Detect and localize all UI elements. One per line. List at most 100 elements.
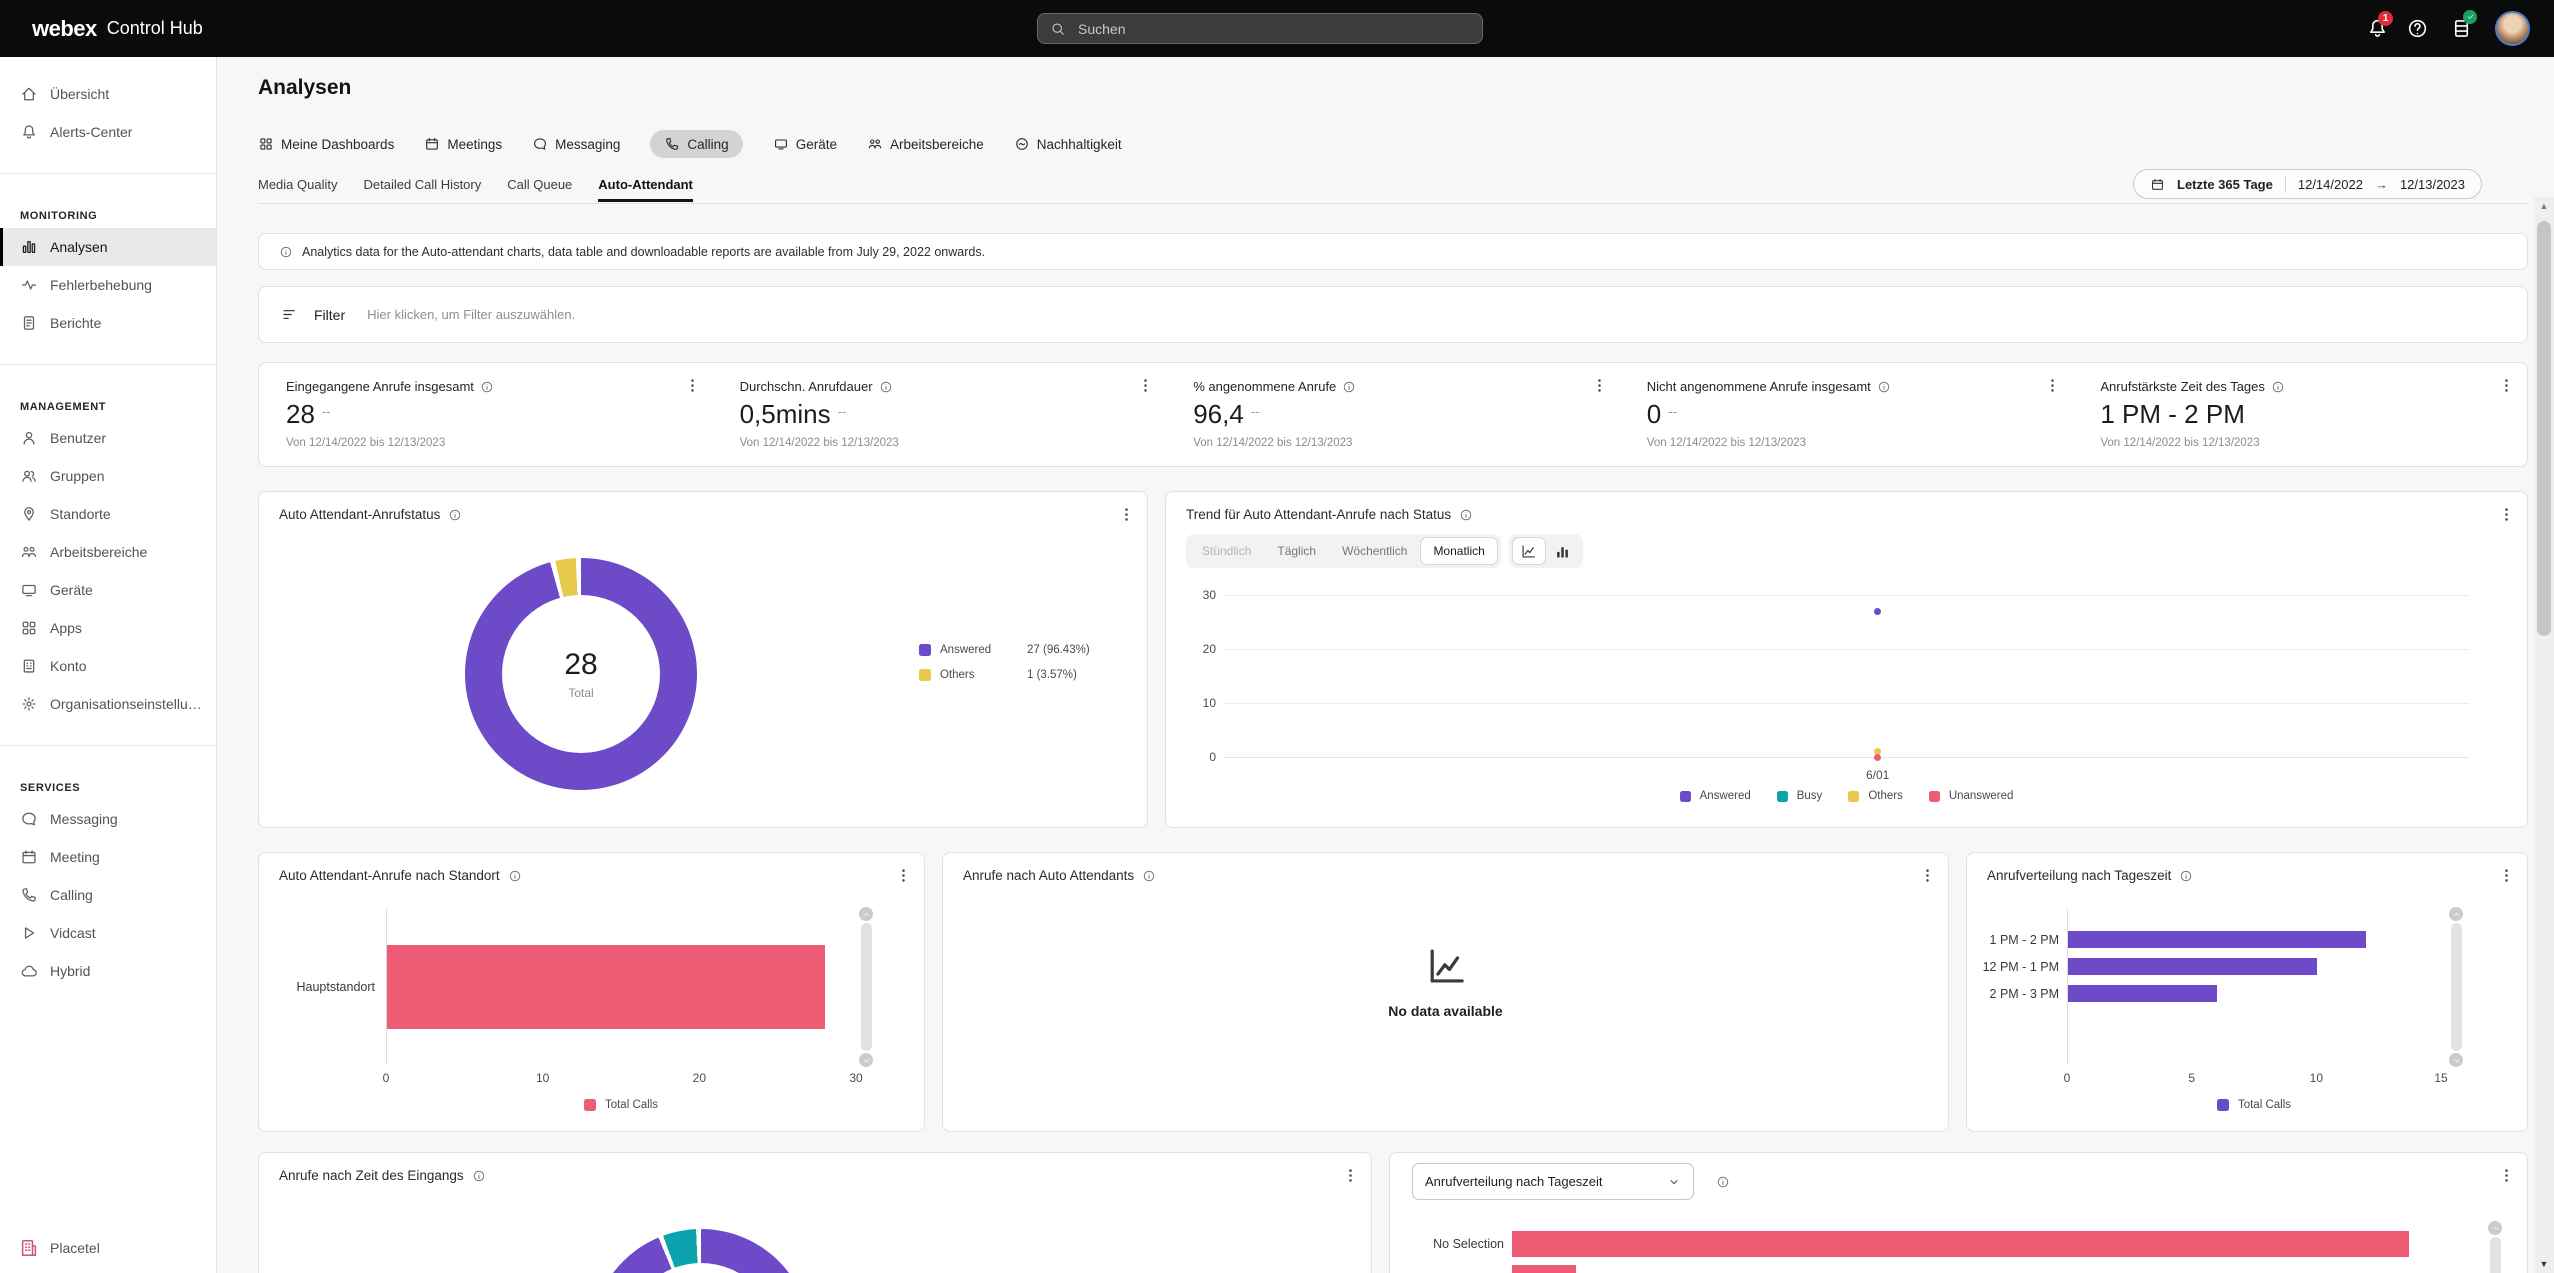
kpi-title: Durchschn. Anrufdauer [740, 379, 873, 394]
x-tick-label: 20 [693, 1071, 706, 1085]
date-range-picker[interactable]: Letzte 365 Tage 12/14/2022 → 12/13/2023 [2133, 169, 2482, 199]
tab-meetings[interactable]: Meetings [424, 130, 502, 158]
category-label: 12 PM - 1 PM [1971, 960, 2059, 974]
legend-swatch [584, 1099, 596, 1111]
scroll-up-icon[interactable] [2488, 1221, 2502, 1235]
sidebar-item-konto[interactable]: Konto [0, 647, 216, 685]
chat-icon [20, 810, 38, 828]
legend-swatch [2217, 1099, 2229, 1111]
sidebar-item-berichte[interactable]: Berichte [0, 304, 216, 342]
tab-ger-te[interactable]: Geräte [773, 130, 837, 158]
info-icon[interactable] [879, 380, 893, 394]
info-icon[interactable] [1142, 869, 1156, 883]
kebab-menu-icon[interactable] [2044, 377, 2061, 394]
info-icon[interactable] [472, 1169, 486, 1183]
kpi-caption: Von 12/14/2022 bis 12/13/2023 [286, 437, 697, 449]
sidebar-item-calling[interactable]: Calling [0, 876, 216, 914]
category-label: No Selection [1402, 1237, 1504, 1251]
chart-scrollbar[interactable] [2449, 907, 2463, 1067]
sidebar-item-organisationseinstellun[interactable]: Organisationseinstellun... [0, 685, 216, 723]
info-icon[interactable] [1877, 380, 1891, 394]
sidebar-item-alerts-center[interactable]: Alerts-Center [0, 113, 216, 151]
sidebar: Übersicht Alerts-Center MONITORING Analy… [0, 57, 217, 1273]
scrollbar-down-arrow[interactable]: ▼ [2534, 1257, 2554, 1271]
release-notes-icon [2450, 27, 2473, 44]
sidebar-item-fehlerbehebung[interactable]: Fehlerbehebung [0, 266, 216, 304]
sidebar-item-gruppen[interactable]: Gruppen [0, 457, 216, 495]
scrollbar-thumb[interactable] [2537, 221, 2551, 636]
tab-meine-dashboards[interactable]: Meine Dashboards [258, 130, 394, 158]
sidebar-item-apps[interactable]: Apps [0, 609, 216, 647]
sidebar-item-hybrid[interactable]: Hybrid [0, 952, 216, 990]
global-search[interactable] [1037, 13, 1483, 44]
kebab-menu-icon[interactable] [1919, 867, 1936, 884]
device-icon [20, 581, 38, 599]
info-icon[interactable] [2271, 380, 2285, 394]
sidebar-item-messaging[interactable]: Messaging [0, 800, 216, 838]
info-icon[interactable] [480, 380, 494, 394]
tab-nachhaltigkeit[interactable]: Nachhaltigkeit [1014, 130, 1122, 158]
kebab-menu-icon[interactable] [1591, 377, 1608, 394]
sidebar-item-meeting[interactable]: Meeting [0, 838, 216, 876]
card-distribution: Anrufverteilung nach Tageszeit No Select… [1389, 1152, 2528, 1273]
account-icon [20, 657, 38, 675]
x-tick-label: 0 [2064, 1071, 2071, 1085]
avatar[interactable] [2495, 11, 2530, 46]
search-input[interactable] [1076, 20, 1470, 38]
chart-scrollbar[interactable] [2488, 1221, 2502, 1273]
divider [258, 203, 2528, 204]
chat-icon [532, 136, 548, 152]
divider [0, 364, 216, 365]
check-icon [2466, 8, 2475, 26]
kpi-card: Eingegangene Anrufe insgesamt 28-- Von 1… [259, 363, 713, 466]
filter-bar[interactable]: Filter Hier klicken, um Filter auszuwähl… [258, 286, 2528, 343]
sidebar-item-standorte[interactable]: Standorte [0, 495, 216, 533]
legend-swatch [1929, 791, 1940, 802]
sidebar-item-bersicht[interactable]: Übersicht [0, 75, 216, 113]
scrollbar-up-arrow[interactable]: ▲ [2534, 199, 2554, 213]
info-icon[interactable] [448, 508, 462, 522]
kebab-menu-icon[interactable] [1137, 377, 1154, 394]
tab-messaging[interactable]: Messaging [532, 130, 620, 158]
donut-total-value: 28 [564, 648, 597, 682]
scroll-down-icon[interactable] [2449, 1053, 2463, 1067]
notifications-button[interactable]: 1 [2366, 17, 2389, 40]
kebab-menu-icon[interactable] [2498, 377, 2515, 394]
y-tick-label: 30 [1182, 588, 1216, 602]
sidebar-item-analysen[interactable]: Analysen [0, 228, 216, 266]
x-tick-label: 6/01 [1866, 768, 1889, 782]
y-tick-label: 10 [1182, 696, 1216, 710]
subtab-media-quality[interactable]: Media Quality [258, 177, 337, 202]
date-start: 12/14/2022 [2298, 177, 2363, 192]
workspace-icon [20, 543, 38, 561]
kebab-menu-icon[interactable] [1118, 506, 1135, 523]
kpi-card: Nicht angenommene Anrufe insgesamt 0-- V… [1620, 363, 2074, 466]
page-scrollbar: ▲ ▼ [2534, 197, 2554, 1273]
check-badge [2463, 10, 2477, 24]
divider [0, 745, 216, 746]
whats-new-button[interactable] [2450, 17, 2473, 40]
sidebar-item-vidcast[interactable]: Vidcast [0, 914, 216, 952]
legend: Answered Busy Others Unanswered [1224, 790, 2469, 802]
scroll-up-icon[interactable] [859, 907, 873, 921]
help-button[interactable] [2406, 17, 2429, 40]
sidebar-item-benutzer[interactable]: Benutzer [0, 419, 216, 457]
scroll-down-icon[interactable] [859, 1053, 873, 1067]
tab-calling[interactable]: Calling [650, 130, 742, 158]
sidebar-item-ger-te[interactable]: Geräte [0, 571, 216, 609]
sidebar-item-arbeitsbereiche[interactable]: Arbeitsbereiche [0, 533, 216, 571]
subtab-call-queue[interactable]: Call Queue [507, 177, 572, 202]
settings-icon [20, 695, 38, 713]
legend-swatch [919, 644, 931, 656]
chart-scrollbar[interactable] [859, 907, 873, 1067]
card-by-time-of-day: Anrufverteilung nach Tageszeit 1 PM - 2 … [1966, 852, 2528, 1132]
info-icon[interactable] [1342, 380, 1356, 394]
kebab-menu-icon[interactable] [684, 377, 701, 394]
kebab-menu-icon[interactable] [1342, 1167, 1359, 1184]
scroll-up-icon[interactable] [2449, 907, 2463, 921]
sidebar-item-placetel[interactable]: Placetel [18, 1237, 100, 1259]
kpi-value: 96,4-- [1193, 399, 1604, 430]
subtab-auto-attendant[interactable]: Auto-Attendant [598, 177, 693, 202]
tab-arbeitsbereiche[interactable]: Arbeitsbereiche [867, 130, 984, 158]
subtab-detailed-call-history[interactable]: Detailed Call History [363, 177, 481, 202]
